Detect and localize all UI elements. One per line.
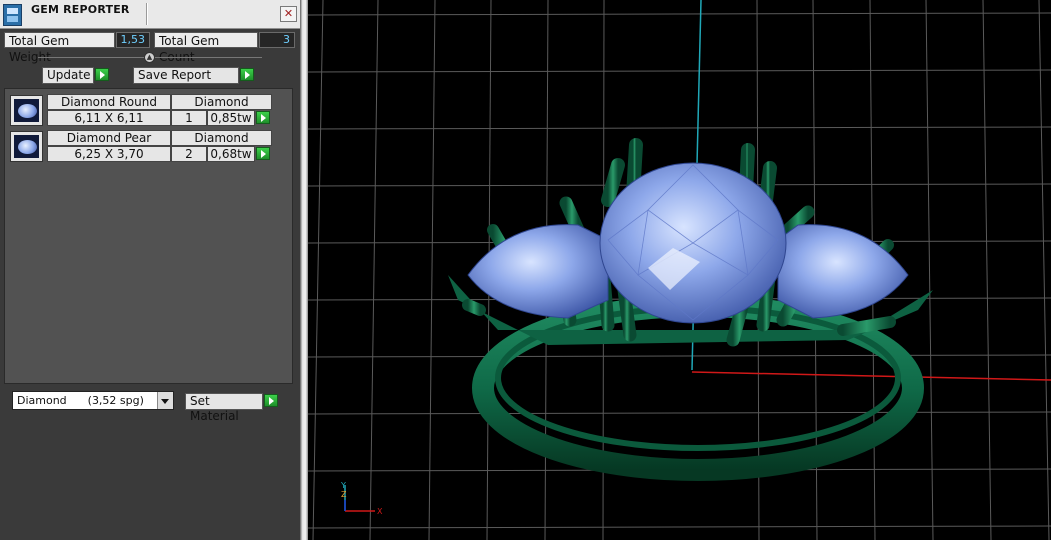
- chevron-down-icon[interactable]: [157, 392, 173, 409]
- axis-label-z: Z: [341, 490, 347, 499]
- title-separator: [146, 3, 148, 25]
- gem-go-arrow-icon[interactable]: [256, 111, 270, 124]
- x-axis-line: [691, 371, 1051, 381]
- gem-list: Diamond Round Diamond 6,11 X 6,11 1 0,85…: [4, 88, 293, 384]
- axis-gizmo-icon: Y Z X: [340, 481, 383, 516]
- update-button[interactable]: Update: [42, 67, 94, 84]
- gem-list-item[interactable]: Diamond Round Diamond 6,11 X 6,11 1 0,85…: [10, 94, 272, 127]
- total-gem-weight-label: Total Gem Weight: [4, 32, 115, 64]
- set-material-button[interactable]: Set Material: [185, 393, 263, 423]
- save-report-go-arrow-icon[interactable]: [240, 68, 254, 81]
- axis-label-y: Y: [340, 481, 346, 490]
- gem-thumbnail-icon: [10, 95, 43, 126]
- close-icon[interactable]: ✕: [280, 6, 297, 22]
- material-select-value: Diamond (3,52 spg): [17, 394, 144, 407]
- total-gem-weight-value: 1,53: [116, 32, 150, 48]
- gem-material: Diamond: [171, 94, 272, 110]
- gem-size: 6,11 X 6,11: [47, 110, 171, 126]
- gem-weight: 0,85tw: [207, 110, 255, 126]
- total-gem-count-value: 3: [259, 32, 295, 48]
- set-material-go-arrow-icon[interactable]: [264, 394, 278, 407]
- gem-reporter-panel: GEM REPORTER ✕ Total Gem Weight 1,53 Tot…: [0, 0, 300, 540]
- gem-material: Diamond: [171, 130, 272, 146]
- gem-reporter-app-icon: [3, 4, 22, 26]
- panel-divider[interactable]: [300, 0, 308, 540]
- pear-gem-right: [777, 224, 909, 319]
- window-title: GEM REPORTER: [31, 3, 130, 16]
- 3d-viewport[interactable]: Y Z X: [308, 0, 1051, 540]
- gem-count: 2: [171, 146, 207, 162]
- gem-list-item[interactable]: Diamond Pear Diamond 6,25 X 3,70 2 0,68t…: [10, 130, 272, 163]
- gem-size: 6,25 X 3,70: [47, 146, 171, 162]
- total-gem-count-label: Total Gem Count: [154, 32, 258, 64]
- gem-count: 1: [171, 110, 207, 126]
- update-go-arrow-icon[interactable]: [95, 68, 109, 81]
- material-select[interactable]: Diamond (3,52 spg): [12, 391, 174, 410]
- title-bar[interactable]: GEM REPORTER ✕: [0, 0, 300, 29]
- viewport-canvas[interactable]: Y Z X: [308, 0, 1051, 540]
- axis-label-x: X: [377, 507, 383, 516]
- gem-thumbnail-icon: [10, 131, 43, 162]
- gem-weight: 0,68tw: [207, 146, 255, 162]
- ring-model[interactable]: [448, 138, 933, 481]
- gem-go-arrow-icon[interactable]: [256, 147, 270, 160]
- save-report-button[interactable]: Save Report: [133, 67, 239, 84]
- gem-shape: Diamond Pear: [47, 130, 171, 146]
- splitter-knob-icon[interactable]: ▲: [144, 52, 155, 63]
- gem-shape: Diamond Round: [47, 94, 171, 110]
